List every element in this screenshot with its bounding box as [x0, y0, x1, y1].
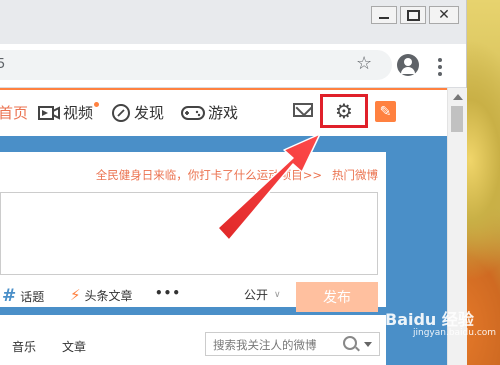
nav-home[interactable]: 首页	[0, 102, 28, 123]
mail-icon[interactable]	[293, 103, 313, 117]
watermark-url: jingyan.baidu.com	[413, 328, 497, 338]
visibility-dropdown[interactable]: 公开 ∨	[244, 286, 281, 303]
nav-game[interactable]: 游戏	[181, 102, 238, 123]
main-content: 全民健身日来临，你打卡了什么运动项目>> 热门微博 # 话题 ⚡ 头条文章 ••• 公…	[0, 136, 447, 365]
topic-button[interactable]: # 话题	[2, 286, 44, 306]
nav-discover[interactable]: 发现	[111, 102, 164, 123]
weibo-top-nav: 首页 视频 发现 游戏 ⚙ ✎	[0, 88, 448, 136]
compose-icon[interactable]: ✎	[375, 101, 396, 122]
promo-banner: 全民健身日来临，你打卡了什么运动项目>> 热门微博	[96, 167, 378, 183]
tab-article[interactable]: 文章	[62, 338, 86, 355]
chevron-down-icon: ∨	[274, 289, 281, 300]
minimize-button[interactable]	[371, 6, 397, 24]
hot-weibo-link[interactable]: 热门微博	[332, 168, 378, 182]
settings-highlight-box[interactable]: ⚙	[320, 94, 368, 128]
tab-music[interactable]: 音乐	[12, 338, 36, 355]
account-icon[interactable]	[397, 54, 419, 76]
search-icon[interactable]	[343, 336, 357, 350]
title-bar: ✕	[0, 0, 466, 44]
menu-icon[interactable]	[438, 58, 442, 79]
url-text: 5	[0, 57, 6, 72]
article-button[interactable]: ⚡ 头条文章	[70, 286, 133, 304]
visibility-label: 公开	[244, 288, 269, 302]
nav-video-label: 视频	[63, 104, 94, 122]
video-icon	[38, 105, 60, 120]
feed-tab-bar: 音乐 文章	[0, 315, 386, 365]
address-bar: 5 ☆	[0, 44, 466, 88]
follow-search	[205, 332, 380, 356]
baidu-watermark: Baidu 经验 jingyan.baidu.com	[385, 306, 496, 338]
article-label: 头条文章	[84, 288, 133, 303]
nav-video[interactable]: 视频	[38, 102, 101, 123]
scroll-up-arrow[interactable]	[453, 94, 463, 100]
publish-button[interactable]: 发布	[296, 282, 378, 312]
nav-home-label: 首页	[0, 104, 29, 122]
watermark-brand: Baidu 经验	[385, 310, 474, 329]
notification-dot	[94, 102, 100, 107]
url-field[interactable]: 5	[0, 50, 392, 80]
game-icon	[181, 105, 205, 120]
maximize-button[interactable]	[400, 6, 426, 24]
discover-icon	[112, 103, 130, 122]
nav-game-label: 游戏	[208, 104, 239, 122]
close-button[interactable]: ✕	[429, 6, 459, 24]
search-input[interactable]	[211, 335, 340, 355]
promo-link[interactable]: 全民健身日来临，你打卡了什么运动项目>>	[96, 168, 322, 182]
post-textarea[interactable]	[0, 192, 378, 275]
compose-card: 全民健身日来临，你打卡了什么运动项目>> 热门微博 # 话题 ⚡ 头条文章 ••• 公…	[0, 152, 386, 312]
scroll-thumb[interactable]	[451, 106, 463, 132]
topic-label: 话题	[20, 289, 45, 304]
search-dropdown-icon[interactable]	[364, 342, 372, 347]
hash-icon: #	[2, 286, 17, 306]
more-button[interactable]: •••	[155, 286, 181, 300]
compose-toolbar: # 话题 ⚡ 头条文章 ••• 公开 ∨ 发布	[0, 282, 386, 312]
lightning-icon: ⚡	[70, 286, 81, 304]
window-controls: ✕	[371, 6, 459, 24]
nav-discover-label: 发现	[134, 104, 165, 122]
star-icon[interactable]: ☆	[356, 53, 372, 74]
gear-icon[interactable]: ⚙	[335, 101, 353, 121]
